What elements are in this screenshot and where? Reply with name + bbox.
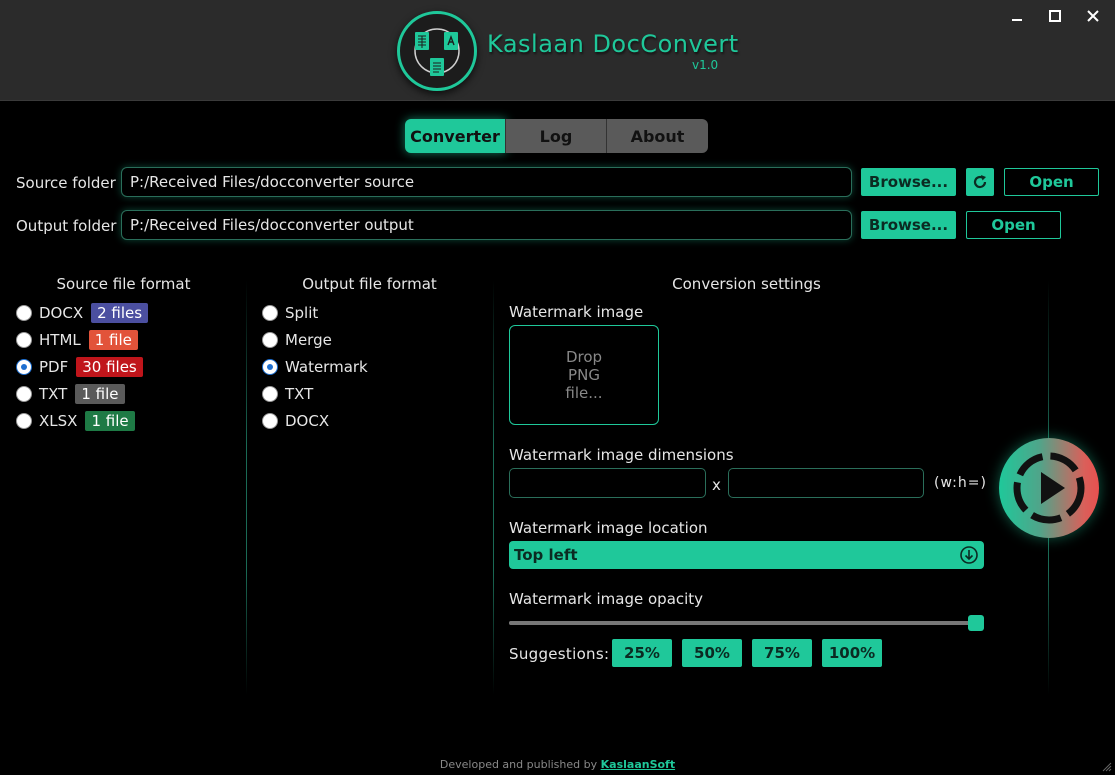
tab-about[interactable]: About: [607, 119, 708, 153]
start-conversion-button[interactable]: [999, 438, 1099, 538]
radio-pdf[interactable]: [16, 359, 32, 375]
radio-docx[interactable]: [16, 305, 32, 321]
opacity-label: Watermark image opacity: [509, 590, 703, 608]
suggestion-75-button[interactable]: 75%: [752, 639, 812, 667]
file-count-badge: 1 file: [89, 330, 138, 350]
file-count-badge: 1 file: [85, 411, 134, 431]
app-title: Kaslaan DocConvert: [487, 30, 739, 58]
drop-zone-text: Drop PNG file...: [565, 348, 602, 402]
radio-split[interactable]: [262, 305, 278, 321]
option-label: XLSX: [39, 412, 77, 430]
output-format-option-split[interactable]: Split: [262, 302, 318, 324]
play-icon: [999, 438, 1099, 538]
dimensions-label: Watermark image dimensions: [509, 446, 734, 464]
suggestion-100-button[interactable]: 100%: [822, 639, 882, 667]
publisher-link[interactable]: KaslaanSoft: [601, 758, 675, 771]
source-folder-input[interactable]: [121, 167, 852, 197]
column-divider: [493, 280, 494, 695]
source-format-option-txt[interactable]: TXT 1 file: [16, 383, 125, 405]
location-label: Watermark image location: [509, 519, 708, 537]
tab-log[interactable]: Log: [506, 119, 607, 153]
suggestion-50-button[interactable]: 50%: [682, 639, 742, 667]
source-format-option-docx[interactable]: DOCX 2 files: [16, 302, 148, 324]
option-label: Split: [285, 304, 318, 322]
watermark-drop-zone[interactable]: Drop PNG file...: [509, 325, 659, 425]
refresh-button[interactable]: [966, 168, 994, 196]
resize-grip-icon[interactable]: [1102, 762, 1112, 772]
output-format-heading: Output file format: [262, 275, 477, 293]
watermark-width-input[interactable]: [509, 468, 706, 498]
suggestion-25-button[interactable]: 25%: [612, 639, 672, 667]
tab-converter[interactable]: Converter: [405, 119, 506, 153]
output-format-option-merge[interactable]: Merge: [262, 329, 332, 351]
source-browse-button[interactable]: Browse...: [861, 168, 956, 196]
output-format-option-docx[interactable]: DOCX: [262, 410, 329, 432]
radio-html[interactable]: [16, 332, 32, 348]
option-label: DOCX: [39, 304, 83, 322]
output-folder-input[interactable]: [121, 210, 852, 240]
option-label: Watermark: [285, 358, 368, 376]
column-divider: [246, 280, 247, 695]
radio-xlsx[interactable]: [16, 413, 32, 429]
file-count-badge: 30 files: [76, 357, 143, 377]
dimension-separator: x: [712, 476, 721, 494]
output-open-button[interactable]: Open: [966, 211, 1061, 239]
file-count-badge: 1 file: [75, 384, 124, 404]
radio-output-docx[interactable]: [262, 413, 278, 429]
option-label: Merge: [285, 331, 332, 349]
option-label: DOCX: [285, 412, 329, 430]
option-label: TXT: [39, 385, 67, 403]
source-open-button[interactable]: Open: [1004, 168, 1099, 196]
opacity-slider[interactable]: [509, 621, 984, 625]
title-bar: Kaslaan DocConvert v1.0: [0, 0, 1115, 101]
refresh-icon: [972, 174, 988, 190]
option-label: HTML: [39, 331, 81, 349]
close-icon[interactable]: [1081, 6, 1105, 26]
chevron-down-icon: [959, 545, 979, 565]
source-format-option-xlsx[interactable]: XLSX 1 file: [16, 410, 135, 432]
output-folder-label: Output folder: [16, 217, 116, 235]
option-label: PDF: [39, 358, 68, 376]
footer-text: Developed and published by: [440, 758, 597, 771]
source-format-heading: Source file format: [20, 275, 227, 293]
location-select[interactable]: Top left: [509, 541, 984, 569]
radio-txt[interactable]: [16, 386, 32, 402]
source-folder-label: Source folder: [16, 174, 116, 192]
main-tabs: Converter Log About: [405, 119, 708, 153]
source-format-option-html[interactable]: HTML 1 file: [16, 329, 138, 351]
opacity-slider-thumb[interactable]: [968, 615, 984, 631]
maximize-icon[interactable]: [1043, 6, 1067, 26]
suggestions-label: Suggestions:: [509, 645, 609, 663]
output-format-option-watermark[interactable]: Watermark: [262, 356, 368, 378]
app-version: v1.0: [692, 58, 718, 72]
footer: Developed and published by KaslaanSoft: [0, 758, 1115, 771]
opacity-slider-fill: [509, 621, 976, 625]
aspect-ratio-label: (w:h=): [934, 475, 987, 491]
radio-output-txt[interactable]: [262, 386, 278, 402]
location-select-value: Top left: [514, 546, 578, 564]
watermark-image-label: Watermark image: [509, 303, 643, 321]
watermark-height-input[interactable]: [728, 468, 924, 498]
conversion-settings-heading: Conversion settings: [509, 275, 984, 293]
option-label: TXT: [285, 385, 313, 403]
radio-watermark[interactable]: [262, 359, 278, 375]
app-logo-icon: [397, 11, 477, 91]
radio-merge[interactable]: [262, 332, 278, 348]
file-count-badge: 2 files: [91, 303, 148, 323]
source-format-option-pdf[interactable]: PDF 30 files: [16, 356, 143, 378]
minimize-icon[interactable]: [1005, 6, 1029, 26]
output-browse-button[interactable]: Browse...: [861, 211, 956, 239]
output-format-option-txt[interactable]: TXT: [262, 383, 313, 405]
window-controls: [1005, 6, 1105, 26]
